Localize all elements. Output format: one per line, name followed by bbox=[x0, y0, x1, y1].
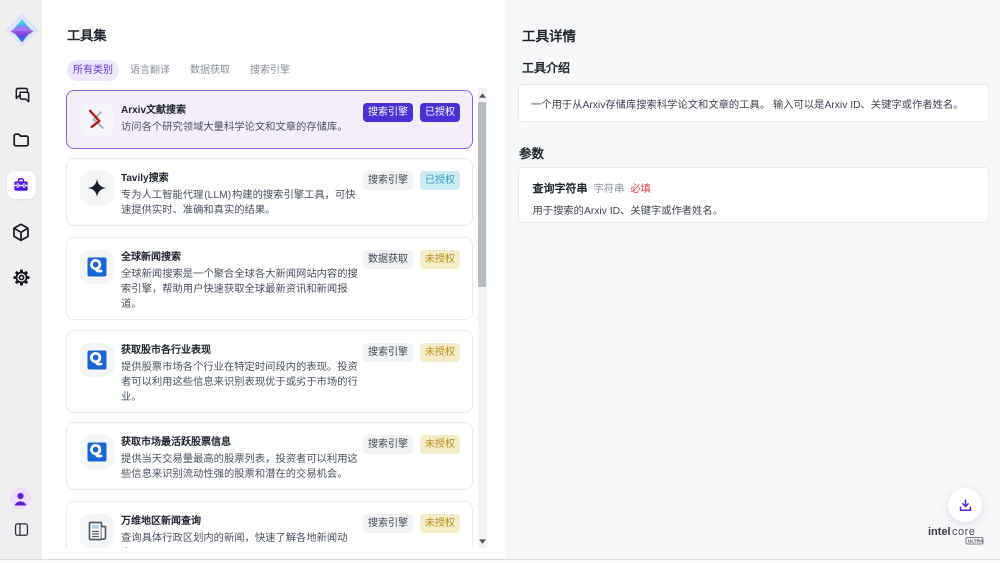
scrollbar-thumb[interactable] bbox=[478, 102, 486, 287]
download-fab[interactable] bbox=[948, 488, 982, 522]
tab-语言翻译[interactable]: 语言翻译 bbox=[121, 60, 179, 81]
tool-card-2[interactable]: Tavily搜索专为人工智能代理 (LLM) 构建的搜索引擎工具，可快速提供实时… bbox=[66, 158, 473, 226]
tab-数据获取[interactable]: 数据获取 bbox=[181, 60, 239, 81]
sidebar-item-tools-active-bg bbox=[7, 171, 36, 199]
tool-description: 查询具体行政区划内的新闻，快速了解各地新闻动态。 bbox=[121, 531, 360, 548]
tab-搜索引擎[interactable]: 搜索引擎 bbox=[241, 60, 299, 81]
tool-icon bbox=[80, 250, 114, 284]
category-tabs: 所有类别语言翻译数据获取搜索引擎 bbox=[67, 60, 299, 81]
user-icon bbox=[10, 488, 31, 509]
list-scrollbar[interactable] bbox=[478, 88, 487, 548]
chat-icon bbox=[13, 87, 30, 104]
newspaper-icon bbox=[80, 514, 114, 548]
folder-icon bbox=[13, 133, 29, 147]
intel-text: intel bbox=[928, 526, 951, 538]
param-name: 查询字符串 bbox=[533, 180, 588, 196]
category-badge: 搜索引擎 bbox=[363, 435, 413, 454]
category-badge: 搜索引擎 bbox=[363, 514, 413, 533]
tab-所有类别[interactable]: 所有类别 bbox=[67, 60, 119, 81]
collapse-panel-icon bbox=[13, 521, 30, 538]
tool-description: 提供当天交易量最高的股票列表，投资者可以利用这些信息来识别流动性强的股票和潜在的… bbox=[121, 452, 360, 483]
gear-icon bbox=[12, 268, 31, 287]
tool-icon bbox=[80, 514, 114, 548]
auth-badge: 未授权 bbox=[420, 514, 460, 533]
tool-icon bbox=[80, 171, 114, 205]
sparkle-icon bbox=[80, 171, 114, 205]
sidebar-item-chat[interactable] bbox=[0, 87, 42, 104]
param-box: 查询字符串 字符串 必填 用于搜索的Arxiv ID、关键字或作者姓名。 bbox=[518, 167, 989, 223]
tool-card-4[interactable]: 获取股市各行业表现提供股票市场各个行业在特定时间段内的表现。投资者可以利用这些信… bbox=[66, 330, 473, 413]
category-badge: 数据获取 bbox=[363, 250, 413, 269]
tool-description: 访问各个研究领域大量科学论文和文章的存储库。 bbox=[121, 120, 360, 135]
param-type: 字符串 bbox=[594, 180, 625, 195]
download-icon bbox=[957, 497, 974, 514]
sidebar-item-models[interactable] bbox=[0, 223, 42, 242]
intro-box: 一个用于从Arxiv存储库搜索科学论文和文章的工具。 输入可以是Arxiv ID… bbox=[518, 84, 989, 122]
auth-badge: 未授权 bbox=[420, 250, 460, 269]
window-bottom-edge bbox=[0, 559, 1000, 563]
detail-title: 工具详情 bbox=[522, 25, 576, 45]
auth-badge: 未授权 bbox=[420, 435, 460, 454]
app-logo bbox=[3, 11, 41, 49]
category-badge: 搜索引擎 bbox=[363, 343, 413, 362]
category-badge: 搜索引擎 bbox=[363, 103, 413, 122]
auth-badge: 已授权 bbox=[420, 103, 460, 122]
tool-card-1[interactable]: Arxiv文献搜索访问各个研究领域大量科学论文和文章的存储库。搜索引擎已授权 bbox=[66, 90, 473, 149]
tool-description: 提供股票市场各个行业在特定时间段内的表现。投资者可以利用这些信息来识别表现优于或… bbox=[121, 360, 360, 406]
tools-list-panel: 工具集 所有类别语言翻译数据获取搜索引擎 Arxiv文献搜索访问各个研究领域大量… bbox=[42, 0, 505, 563]
ultra-text: ULTRA bbox=[968, 539, 984, 544]
auth-badge: 未授权 bbox=[420, 343, 460, 362]
sidebar-item-settings[interactable] bbox=[0, 268, 42, 287]
intel-core-ultra-logo: intel core ULTRA bbox=[928, 523, 986, 554]
news-q-icon bbox=[80, 435, 114, 469]
cube-icon bbox=[13, 223, 29, 242]
sidebar bbox=[0, 0, 42, 563]
user-avatar[interactable] bbox=[10, 488, 31, 509]
scrollbar-down-arrow[interactable] bbox=[478, 534, 487, 548]
sidebar-item-tools[interactable] bbox=[0, 171, 42, 199]
tool-icon bbox=[80, 343, 114, 377]
core-text: core bbox=[952, 526, 975, 538]
toolbox-icon bbox=[12, 176, 30, 194]
intro-text: 一个用于从Arxiv存储库搜索科学论文和文章的工具。 输入可以是Arxiv ID… bbox=[531, 96, 963, 111]
tool-icon bbox=[80, 435, 114, 469]
tool-card-3[interactable]: 全球新闻搜索全球新闻搜索是一个聚合全球各大新闻网站内容的搜索引擎，帮助用户快速获… bbox=[66, 237, 473, 320]
params-heading: 参数 bbox=[519, 143, 544, 162]
category-badge: 搜索引擎 bbox=[363, 171, 413, 190]
arxiv-logo-icon bbox=[80, 103, 114, 137]
sidebar-item-folder[interactable] bbox=[0, 133, 42, 147]
news-q-icon bbox=[80, 343, 114, 377]
auth-badge: 已授权 bbox=[420, 171, 460, 190]
tool-description: 全球新闻搜索是一个聚合全球各大新闻网站内容的搜索引擎，帮助用户快速获取全球最新资… bbox=[121, 267, 360, 313]
intro-heading: 工具介绍 bbox=[522, 59, 570, 76]
tool-icon bbox=[80, 103, 114, 137]
news-q-icon bbox=[80, 250, 114, 284]
tool-detail-panel: 工具详情 工具介绍 一个用于从Arxiv存储库搜索科学论文和文章的工具。 输入可… bbox=[505, 0, 1000, 563]
param-required-badge: 必填 bbox=[630, 180, 651, 195]
page-title: 工具集 bbox=[67, 25, 107, 44]
tool-card-5[interactable]: 获取市场最活跃股票信息提供当天交易量最高的股票列表，投资者可以利用这些信息来识别… bbox=[66, 422, 473, 490]
scrollbar-up-arrow[interactable] bbox=[478, 88, 487, 102]
param-description: 用于搜索的Arxiv ID、关键字或作者姓名。 bbox=[533, 202, 974, 217]
tool-card-6[interactable]: 万维地区新闻查询查询具体行政区划内的新闻，快速了解各地新闻动态。搜索引擎未授权 bbox=[66, 501, 473, 548]
collapse-sidebar-button[interactable] bbox=[0, 521, 42, 538]
tool-description: 专为人工智能代理 (LLM) 构建的搜索引擎工具，可快速提供实时、准确和真实的结… bbox=[121, 188, 360, 219]
tools-list: Arxiv文献搜索访问各个研究领域大量科学论文和文章的存储库。搜索引擎已授权 Ta… bbox=[42, 85, 505, 548]
